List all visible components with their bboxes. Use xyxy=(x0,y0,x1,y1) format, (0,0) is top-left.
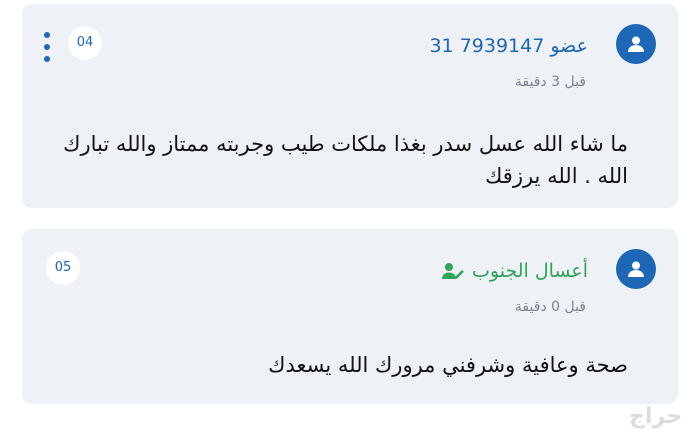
comment-body: ما شاء الله عسل سدر بغذا ملكات طيب وجربت… xyxy=(63,132,628,188)
comment-number-badge: 04 xyxy=(68,26,102,60)
comment-time: قبل 3 دقيقة xyxy=(514,74,586,90)
comment-author[interactable]: أعسال الجنوب xyxy=(442,259,588,283)
user-avatar-icon[interactable] xyxy=(616,24,656,64)
author-name[interactable]: أعسال الجنوب xyxy=(472,259,588,283)
verified-seller-icon xyxy=(442,262,464,280)
watermark-logo: حراج xyxy=(629,404,682,429)
comment-time: قبل 0 دقيقة xyxy=(514,299,586,315)
comment-card: أعسال الجنوب قبل 0 دقيقة صحة وعافية وشرف… xyxy=(22,229,678,404)
more-options-icon[interactable] xyxy=(40,32,54,62)
comment-card: عضو 7939147 31 قبل 3 دقيقة ما شاء الله ع… xyxy=(22,4,678,208)
comment-author[interactable]: عضو 7939147 31 xyxy=(429,34,588,58)
comment-body: صحة وعافية وشرفني مرورك الله يسعدك xyxy=(268,353,628,377)
comment-number-badge: 05 xyxy=(46,251,80,285)
user-avatar-icon[interactable] xyxy=(616,249,656,289)
author-name[interactable]: عضو 7939147 31 xyxy=(429,34,588,58)
